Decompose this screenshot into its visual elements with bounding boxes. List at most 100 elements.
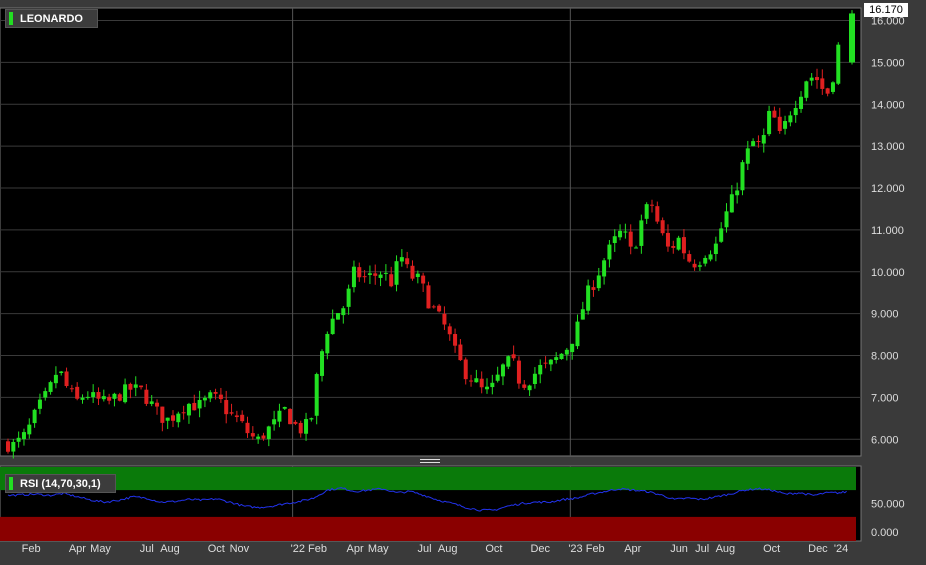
candle-body (697, 265, 702, 267)
panel-resize-handle[interactable] (420, 459, 440, 465)
candle-body (458, 344, 463, 361)
price-tick-label: 15.000 (871, 57, 905, 69)
candle-body (410, 265, 415, 279)
candle-body (554, 357, 559, 361)
candle-body (32, 409, 37, 424)
candle-body (256, 436, 261, 439)
candle-body (229, 412, 234, 414)
candle-body (155, 402, 160, 407)
candle-body (357, 267, 362, 278)
candle-body (383, 272, 388, 274)
candle-body (671, 246, 676, 248)
candle-body (788, 115, 793, 123)
candle-body (527, 385, 532, 391)
candle-body (351, 266, 356, 288)
candle-body (261, 435, 266, 439)
candle-body (192, 402, 197, 411)
time-tick-label: Dec (530, 543, 550, 555)
price-tick-label: 8.000 (871, 351, 899, 363)
candle-body (208, 392, 213, 399)
candle-body (687, 254, 692, 262)
rsi-color-marker (9, 477, 13, 490)
candle-body (676, 237, 681, 250)
rsi-oversold-band (0, 516, 856, 541)
candle-body (91, 392, 96, 398)
candle-body (75, 386, 80, 399)
candle-body (644, 204, 649, 219)
candle-body (160, 406, 165, 423)
candle-body (394, 261, 399, 285)
candle-body (266, 426, 271, 439)
candle-body (245, 422, 250, 434)
candle-body (740, 162, 745, 191)
price-tick-label: 13.000 (871, 141, 905, 153)
candle-body (293, 421, 298, 424)
candle-body (139, 385, 144, 388)
time-tick-label: Feb (22, 543, 41, 555)
candle-body (112, 393, 117, 399)
time-tick-label: Jun (670, 543, 688, 555)
candle-body (447, 326, 452, 335)
candle-body (431, 306, 436, 308)
candle-body (298, 422, 303, 434)
candle-body (655, 206, 660, 222)
candle-body (692, 263, 697, 268)
candle-body (288, 408, 293, 425)
candle-body (11, 442, 16, 452)
candle-body (586, 285, 591, 311)
candle-body (777, 116, 782, 132)
candle-body (85, 396, 90, 398)
rsi-indicator-label[interactable]: RSI (14,70,30,1) (5, 474, 116, 493)
price-tick-label: 10.000 (871, 267, 905, 279)
rsi-name: RSI (14,70,30,1) (20, 478, 101, 490)
price-tick-label: 11.000 (871, 225, 904, 237)
candle-body (559, 353, 564, 360)
candle-body (341, 308, 346, 316)
chart-canvas[interactable]: 6.000 7.000 8.000 9.000 10.000 11.000 12.000 13… (0, 0, 926, 560)
candle-body (490, 382, 495, 388)
candle-body (575, 321, 580, 347)
candle-body (500, 364, 505, 377)
time-tick-label: May (90, 543, 111, 555)
candle-body (144, 389, 149, 404)
candle-body (708, 254, 713, 260)
time-tick-label: Oct (485, 543, 502, 555)
time-tick-label: Aug (160, 543, 180, 555)
candle-body (825, 88, 830, 94)
candle-body (59, 371, 64, 373)
candle-body (532, 373, 537, 384)
candle-body (836, 44, 841, 84)
candle-body (772, 110, 777, 118)
instrument-label[interactable]: LEONARDO (5, 9, 98, 28)
candle-body (628, 231, 633, 247)
price-chart[interactable]: 6.000 7.000 8.000 9.000 10.000 11.000 12.000 13… (0, 0, 926, 560)
candle-body (564, 349, 569, 355)
time-tick-label: Nov (230, 543, 250, 555)
candle-body (745, 148, 750, 164)
candle-body (282, 406, 287, 409)
candle-body (107, 396, 112, 401)
candle-body (511, 354, 516, 359)
candle-body (570, 343, 575, 353)
candle-body (101, 396, 106, 400)
price-tick-label: 9.000 (871, 309, 899, 321)
time-tick-label: Oct (208, 543, 225, 555)
candle-body (849, 13, 855, 63)
candle-body (346, 288, 351, 307)
candle-body (485, 386, 490, 390)
candle-body (495, 374, 500, 381)
candle-body (665, 232, 670, 247)
candle-body (591, 287, 596, 290)
time-tick-label: Jul (417, 543, 431, 555)
price-tick-label: 12.000 (871, 183, 905, 195)
candle-body (415, 273, 420, 278)
candle-body (596, 275, 601, 289)
candle-body (96, 392, 101, 399)
candle-body (176, 413, 181, 423)
candle-body (149, 401, 154, 404)
time-tick-label: Apr (624, 543, 641, 555)
candle-body (751, 141, 756, 147)
candle-body (69, 388, 74, 390)
candle-body (123, 384, 128, 403)
time-tick-label: Apr (347, 543, 364, 555)
